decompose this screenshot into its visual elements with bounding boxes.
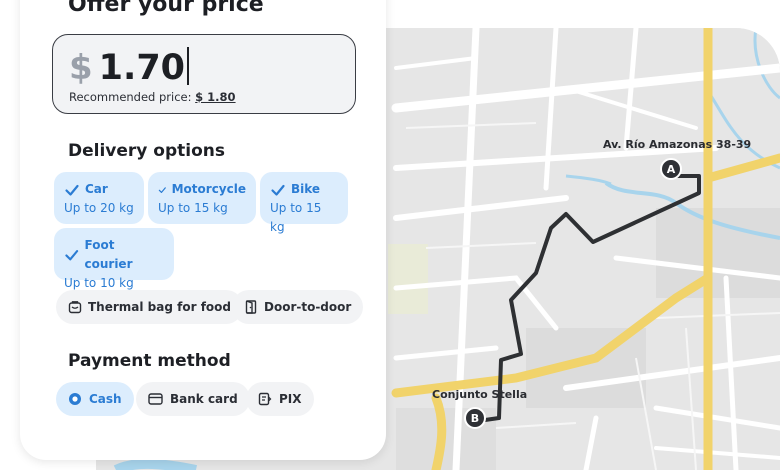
delivery-option-foot-courier[interactable]: Foot courier Up to 10 kg xyxy=(54,228,174,290)
recommended-price-value[interactable]: $ 1.80 xyxy=(195,90,235,104)
check-icon xyxy=(158,186,166,193)
delivery-option-label: Bike xyxy=(291,182,321,196)
payment-label: Bank card xyxy=(170,392,238,406)
payment-label: Cash xyxy=(89,392,122,406)
price-amount: 1.70 xyxy=(98,48,186,88)
payment-label: PIX xyxy=(279,392,302,406)
payment-method-title: Payment method xyxy=(68,351,231,371)
currency-symbol: $ xyxy=(69,48,93,88)
extra-door-to-door[interactable]: Door-to-door xyxy=(232,290,364,324)
extra-label: Door-to-door xyxy=(264,300,352,314)
dropoff-marker[interactable]: B xyxy=(464,407,486,429)
delivery-options-title: Delivery options xyxy=(68,141,225,161)
payment-pix[interactable]: PIX xyxy=(246,382,314,416)
delivery-option-car[interactable]: Car Up to 20 kg xyxy=(54,172,144,224)
check-icon xyxy=(65,250,79,261)
payment-bank-card[interactable]: Bank card xyxy=(136,382,250,416)
pickup-marker[interactable]: A xyxy=(660,158,682,180)
card-icon xyxy=(148,393,163,405)
check-icon xyxy=(271,184,285,196)
price-input[interactable]: $ 1.70 Recommended price: $ 1.80 xyxy=(52,34,356,114)
dropoff-address-label: Conjunto Stella xyxy=(432,388,528,401)
thermal-bag-icon xyxy=(68,301,82,314)
recommended-price-label: Recommended price: xyxy=(69,90,192,104)
delivery-option-bike[interactable]: Bike Up to 15 kg xyxy=(260,172,348,234)
offer-title: Offer your price xyxy=(68,0,264,17)
delivery-option-capacity: Up to 15 kg xyxy=(158,201,228,215)
delivery-option-motorcycle[interactable]: Motorcycle Up to 15 kg xyxy=(148,172,256,224)
delivery-option-capacity: Up to 20 kg xyxy=(64,201,134,215)
delivery-option-label: Foot courier xyxy=(84,238,133,271)
check-icon xyxy=(65,184,79,196)
recommended-price: Recommended price: $ 1.80 xyxy=(69,90,236,104)
extra-thermal-bag[interactable]: Thermal bag for food xyxy=(56,290,243,324)
door-icon xyxy=(245,300,257,314)
delivery-option-capacity: Up to 15 kg xyxy=(270,201,322,234)
pickup-address-label: Av. Río Amazonas 38-39 xyxy=(603,138,752,151)
delivery-option-label: Motorcycle xyxy=(171,182,246,196)
extra-label: Thermal bag for food xyxy=(88,300,231,314)
text-cursor xyxy=(187,47,190,85)
price-value-row: $ 1.70 xyxy=(69,41,190,88)
delivery-option-label: Car xyxy=(85,182,108,196)
pix-icon xyxy=(258,392,272,406)
payment-cash[interactable]: Cash xyxy=(56,382,134,416)
radio-selected-icon xyxy=(69,393,81,405)
